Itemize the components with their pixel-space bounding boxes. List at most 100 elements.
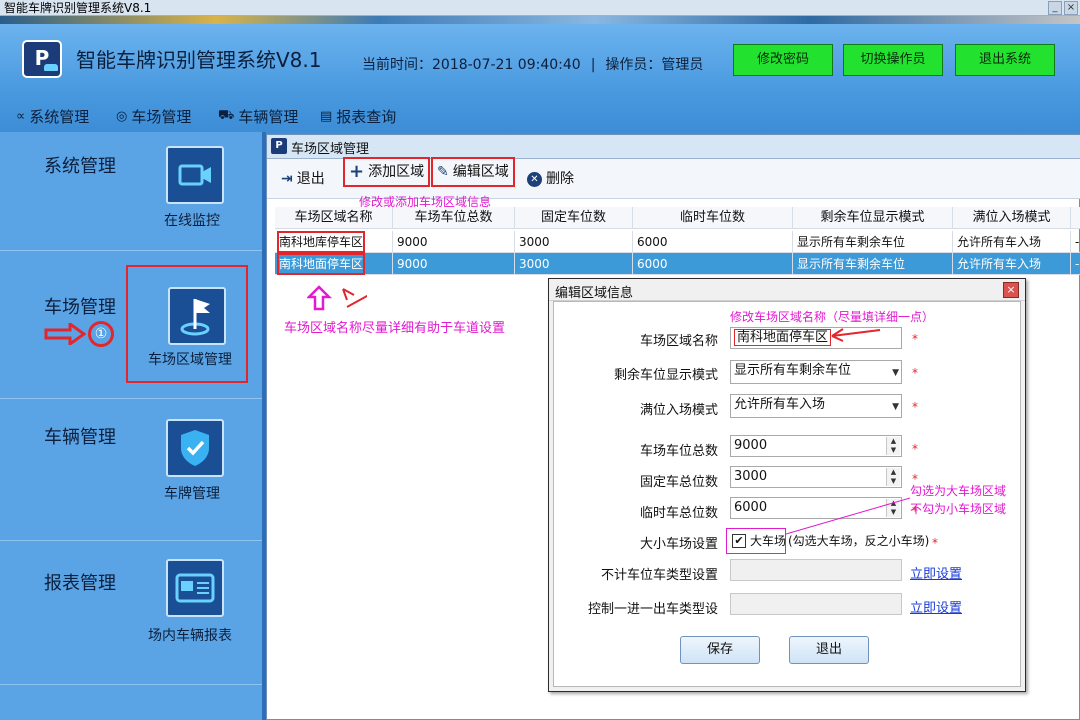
field-label: 车场车位总数 [639, 444, 718, 459]
app-small-icon: P [271, 138, 287, 154]
operator-label: 操作员：管理员 [605, 57, 704, 73]
field-label: 固定车总位数 [639, 475, 718, 490]
arrow-right-icon [44, 321, 87, 347]
size-hint-line-1: 勾选为大车场区域 [910, 484, 1007, 498]
chevron-down-icon: ▼ [892, 368, 899, 378]
in-lot-report-tile[interactable] [166, 559, 224, 617]
field-label: 大小车场设置 [639, 537, 718, 552]
app-logo: P [22, 40, 62, 78]
remain-mode-value: 显示所有车剩余车位 [734, 363, 852, 378]
sidebar: 系统管理 在线监控 车场管理 车场区域管理 ① 车辆管理 车牌管理 报表管理 场… [0, 132, 266, 720]
total-spaces-stepper[interactable]: 9000 ▲ ▼ [730, 435, 902, 457]
menu-item-vehicle[interactable]: ⛟ 车辆管理 [218, 106, 298, 127]
area-name-hint: 车场区域名称尽量详细有助于车道设置 [284, 321, 506, 336]
sidebar-section-empty [0, 684, 262, 720]
one-in-out-field [730, 593, 902, 615]
highlight-box [277, 253, 365, 275]
parking-icon: ◎ [116, 109, 128, 124]
switch-operator-button[interactable]: 切换操作员 [843, 44, 943, 76]
menu-item-label: 车场管理 [131, 108, 192, 126]
menu-item-parking[interactable]: ◎ 车场管理 [116, 106, 191, 127]
cell-total: 9000 [393, 231, 515, 253]
tile-caption: 车牌管理 [164, 486, 220, 502]
table-header: 车场区域名称 车场车位总数 固定车位数 临时车位数 剩余车位显示模式 满位入场模… [275, 207, 1080, 229]
column-header[interactable]: 固定车位数 [515, 207, 633, 229]
field-label: 临时车总位数 [639, 506, 718, 521]
pointer-line [785, 497, 911, 535]
car-icon [44, 64, 58, 71]
menu-item-system[interactable]: ∝ 系统管理 [16, 106, 89, 127]
sidebar-section-label: 系统管理 [44, 156, 116, 177]
full-mode-select[interactable]: 允许所有车入场 ▼ [730, 394, 902, 418]
column-header[interactable]: 车场车位总数 [393, 207, 515, 229]
column-header[interactable]: 满位入场模式 [953, 207, 1071, 229]
sidebar-section-report: 报表管理 场内车辆报表 [0, 540, 262, 684]
name-edit-hint: 修改车场区域名称（尽量填详细一点） [730, 310, 935, 324]
exclude-types-link[interactable]: 立即设置 [910, 563, 962, 582]
cell-fixed: 3000 [515, 253, 633, 275]
exit-icon: ⇥ [281, 171, 293, 187]
minimize-icon[interactable]: _ [1048, 1, 1062, 15]
close-icon[interactable]: × [1064, 1, 1078, 15]
field-label: 车场区域名称 [639, 334, 718, 349]
required-mark: * [912, 366, 918, 380]
arrow-head-icon [342, 288, 355, 301]
remain-mode-select[interactable]: 显示所有车剩余车位 ▼ [730, 360, 902, 384]
exit-system-button[interactable]: 退出系统 [955, 44, 1055, 76]
temp-spaces-value: 6000 [734, 500, 768, 515]
add-area-button[interactable]: + 添加区域 [343, 157, 431, 187]
edit-area-button[interactable]: ✎ 编辑区域 [431, 157, 515, 187]
cell-temp: 6000 [633, 253, 793, 275]
area-name-value: 南科地面停车区 [734, 329, 832, 346]
fixed-spaces-value: 3000 [734, 469, 768, 484]
arrow-left-icon [831, 328, 881, 342]
highlight-box [277, 231, 365, 253]
plate-management-tile[interactable] [166, 419, 224, 477]
table-row-selected[interactable]: 南科地面停车区 9000 3000 6000 显示所有车剩余车位 允许所有车入场… [275, 253, 1080, 275]
highlight-box [126, 265, 248, 383]
step-marker-text: ① [94, 326, 108, 342]
tile-caption: 在线监控 [164, 213, 220, 229]
spin-icon[interactable]: ▲▼ [886, 468, 900, 486]
menu-item-label: 系统管理 [29, 108, 90, 126]
column-header[interactable]: 剩余车位显示模式 [793, 207, 953, 229]
car-icon: ⛟ [218, 108, 235, 123]
sidebar-section-label: 车辆管理 [44, 427, 116, 448]
required-mark: * [912, 332, 918, 346]
menu-item-label: 车辆管理 [238, 108, 299, 126]
cell-extra: - [1071, 231, 1080, 253]
online-monitor-tile[interactable] [166, 146, 224, 204]
info-separator: | [590, 57, 596, 73]
edit-area-label: 编辑区域 [452, 164, 509, 180]
field-label: 控制一进一出车类型设 [587, 602, 718, 617]
fixed-spaces-stepper[interactable]: 3000 ▲ ▼ [730, 466, 902, 488]
exit-button[interactable]: 退出 [789, 636, 869, 664]
menu-item-report[interactable]: ▤ 报表查询 [320, 106, 396, 127]
exit-button-label: 退出 [296, 171, 325, 187]
current-time: 当前时间：2018-07-21 09:40:40 [362, 57, 581, 73]
exit-button[interactable]: ⇥ 退出 [277, 165, 329, 193]
spin-icon[interactable]: ▲▼ [886, 437, 900, 455]
annotation-arrows [307, 285, 367, 311]
cell-remain-mode: 显示所有车剩余车位 [793, 231, 953, 253]
add-area-label: 添加区域 [368, 164, 425, 180]
os-title-text: 智能车牌识别管理系统V8.1 [4, 1, 152, 15]
cell-total: 9000 [393, 253, 515, 275]
column-header[interactable]: 临时车位数 [633, 207, 793, 229]
share-icon: ∝ [16, 109, 26, 124]
edit-area-dialog: 编辑区域信息 × 修改车场区域名称（尽量填详细一点） 车场区域名称 南科地面停车… [548, 278, 1026, 692]
required-mark: * [932, 536, 938, 550]
total-spaces-value: 9000 [734, 438, 768, 453]
id-card-icon [175, 573, 215, 603]
change-password-button[interactable]: 修改密码 [733, 44, 833, 76]
one-in-out-link[interactable]: 立即设置 [910, 597, 962, 616]
save-button[interactable]: 保存 [680, 636, 760, 664]
delete-button[interactable]: ✕ 删除 [523, 165, 578, 193]
large-lot-checkbox[interactable]: ✔ [732, 534, 746, 548]
delete-button-label: 删除 [546, 171, 574, 187]
step-marker: ① [88, 321, 114, 347]
sidebar-section-system: 系统管理 在线监控 [0, 132, 262, 250]
table-row[interactable]: 南科地库停车区 9000 3000 6000 显示所有车剩余车位 允许所有车入场… [275, 231, 1080, 253]
column-header[interactable]: 车场区域名称 [275, 207, 393, 229]
close-icon[interactable]: × [1003, 282, 1019, 298]
